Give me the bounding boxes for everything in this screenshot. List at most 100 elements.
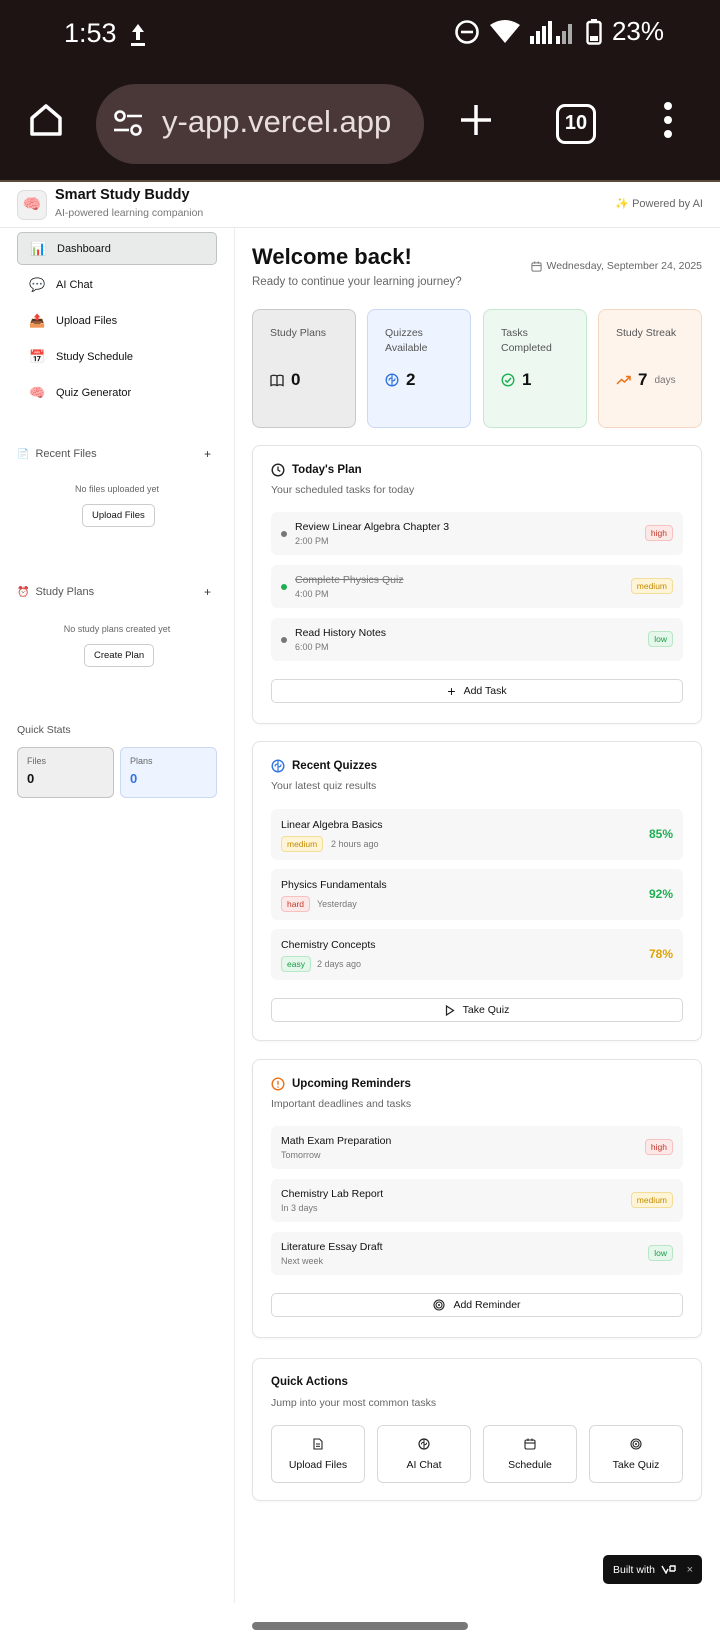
built-with-text: Built with bbox=[613, 1563, 656, 1576]
quick-actions-subtitle: Jump into your most common tasks bbox=[271, 1397, 437, 1409]
quick-action-ai-chat[interactable]: AI Chat bbox=[377, 1425, 471, 1483]
stat-card-study-plans: Study Plans 0 bbox=[252, 309, 356, 428]
wifi-icon bbox=[489, 19, 520, 43]
alert-circle-icon bbox=[271, 1077, 285, 1091]
url-text: y-app.vercel.app bbox=[162, 104, 392, 139]
powered-by: ✨ Powered by AI bbox=[615, 197, 703, 210]
home-icon[interactable] bbox=[28, 102, 64, 138]
sidebar-item-ai-chat[interactable]: 💬 AI Chat bbox=[17, 268, 217, 301]
stat-label: Study Plans bbox=[270, 327, 327, 339]
tab-switcher-button[interactable]: 10 bbox=[556, 104, 596, 144]
stat-card-streak: Study Streak 7 days bbox=[598, 309, 702, 428]
stat-label: Tasks Completed bbox=[501, 327, 552, 354]
speech-bubble-icon: 💬 bbox=[29, 276, 46, 292]
do-not-disturb-icon bbox=[455, 19, 479, 44]
recent-files-header: 📄 Recent Files + bbox=[17, 447, 217, 461]
add-plan-button[interactable]: + bbox=[204, 585, 211, 599]
recent-files-empty: No files uploaded yet bbox=[74, 484, 160, 494]
v0-logo-icon bbox=[661, 1565, 676, 1574]
add-reminder-button[interactable]: Add Reminder bbox=[271, 1293, 683, 1317]
quiz-score: 85% bbox=[648, 827, 673, 841]
battery-icon bbox=[586, 18, 602, 45]
task-row[interactable]: Read History Notes 6:00 PM low bbox=[271, 618, 683, 661]
reminder-row[interactable]: Math Exam Preparation Tomorrow high bbox=[271, 1126, 683, 1169]
calendar-icon: 📅 bbox=[29, 348, 46, 364]
built-with-badge[interactable]: Built with × bbox=[603, 1555, 702, 1584]
quick-actions-title: Quick Actions bbox=[271, 1376, 348, 1388]
quick-action-label: AI Chat bbox=[406, 1459, 442, 1471]
quiz-row[interactable]: Linear Algebra Basics medium 2 hours ago… bbox=[271, 809, 683, 860]
document-icon: 📄 bbox=[17, 448, 30, 460]
quick-action-label: Schedule bbox=[508, 1459, 552, 1471]
reminder-when: In 3 days bbox=[281, 1203, 318, 1213]
site-settings-icon[interactable] bbox=[112, 108, 144, 138]
brain-logo-icon: 🧠 bbox=[17, 190, 47, 220]
sidebar-upload-files-button[interactable]: Upload Files bbox=[82, 504, 155, 527]
trending-up-icon bbox=[616, 375, 631, 385]
study-plans-title: Study Plans bbox=[35, 586, 95, 598]
quiz-time: 2 hours ago bbox=[331, 839, 379, 849]
file-icon bbox=[313, 1438, 323, 1450]
sidebar-item-study-schedule[interactable]: 📅 Study Schedule bbox=[17, 340, 217, 373]
take-quiz-button[interactable]: Take Quiz bbox=[271, 998, 683, 1022]
reminder-title: Math Exam Preparation bbox=[281, 1135, 392, 1147]
page-subtitle: Ready to continue your learning journey? bbox=[252, 276, 462, 288]
quiz-row[interactable]: Chemistry Concepts easy 2 days ago 78% bbox=[271, 929, 683, 980]
date-text: Wednesday, September 24, 2025 bbox=[546, 260, 702, 272]
quiz-score: 78% bbox=[648, 947, 673, 961]
new-tab-icon[interactable] bbox=[458, 102, 494, 138]
stat-value: 1 bbox=[522, 370, 532, 389]
files-value: 0 bbox=[27, 771, 35, 786]
task-title: Complete Physics Quiz bbox=[295, 574, 404, 586]
sidebar-item-label: Dashboard bbox=[57, 242, 111, 255]
sidebar-item-dashboard[interactable]: 📊 Dashboard bbox=[17, 232, 217, 265]
files-label: Files bbox=[27, 756, 47, 766]
close-icon[interactable]: × bbox=[687, 1564, 693, 1576]
reminder-row[interactable]: Chemistry Lab Report In 3 days medium bbox=[271, 1179, 683, 1222]
home-indicator[interactable] bbox=[252, 1622, 468, 1630]
stat-value: 7 bbox=[638, 370, 648, 389]
task-status-dot bbox=[281, 531, 287, 537]
create-plan-button[interactable]: Create Plan bbox=[84, 644, 155, 667]
quick-actions-card: Quick Actions Jump into your most common… bbox=[252, 1358, 702, 1501]
reminder-row[interactable]: Literature Essay Draft Next week low bbox=[271, 1232, 683, 1275]
more-menu-icon[interactable] bbox=[662, 100, 674, 140]
quiz-time: Yesterday bbox=[317, 899, 357, 909]
sidebar-item-quiz-generator[interactable]: 🧠 Quiz Generator bbox=[17, 376, 217, 409]
powered-by-text: Powered by AI bbox=[632, 198, 703, 210]
priority-badge: medium bbox=[630, 578, 673, 594]
brain-icon bbox=[385, 373, 399, 387]
sidebar-item-label: Quiz Generator bbox=[56, 386, 132, 399]
quiz-title: Linear Algebra Basics bbox=[281, 819, 383, 831]
sidebar-item-upload-files[interactable]: 📤 Upload Files bbox=[17, 304, 217, 337]
address-bar[interactable]: y-app.vercel.app bbox=[96, 84, 424, 164]
task-row[interactable]: Review Linear Algebra Chapter 3 2:00 PM … bbox=[271, 512, 683, 555]
recent-quizzes-card: Recent Quizzes Your latest quiz results … bbox=[252, 741, 702, 1041]
quick-action-schedule[interactable]: Schedule bbox=[483, 1425, 577, 1483]
quick-action-upload-files[interactable]: Upload Files bbox=[271, 1425, 365, 1483]
difficulty-badge: hard bbox=[281, 896, 311, 912]
sidebar-item-label: AI Chat bbox=[56, 278, 93, 291]
stat-card-tasks: Tasks Completed 1 bbox=[483, 309, 587, 428]
card-title-row: Today's Plan bbox=[271, 463, 362, 477]
stat-value: 0 bbox=[291, 370, 301, 389]
quiz-row[interactable]: Physics Fundamentals hard Yesterday 92% bbox=[271, 869, 683, 920]
priority-badge: medium bbox=[630, 1192, 673, 1208]
stat-unit: days bbox=[654, 374, 676, 386]
task-time: 6:00 PM bbox=[295, 642, 329, 652]
task-row[interactable]: Complete Physics Quiz 4:00 PM medium bbox=[271, 565, 683, 608]
priority-badge: low bbox=[648, 631, 673, 647]
reminder-title: Chemistry Lab Report bbox=[281, 1188, 384, 1200]
study-plans-header: ⏰ Study Plans + bbox=[17, 585, 217, 599]
recent-quizzes-subtitle: Your latest quiz results bbox=[271, 780, 377, 792]
difficulty-badge: easy bbox=[281, 956, 311, 972]
task-status-dot bbox=[281, 637, 287, 643]
page-title: Welcome back! bbox=[252, 244, 412, 269]
add-file-button[interactable]: + bbox=[204, 447, 211, 461]
current-date: Wednesday, September 24, 2025 bbox=[530, 260, 702, 272]
alarm-clock-icon: ⏰ bbox=[17, 586, 30, 598]
sidebar-item-label: Upload Files bbox=[56, 314, 118, 327]
quick-action-take-quiz[interactable]: Take Quiz bbox=[589, 1425, 683, 1483]
quiz-title: Physics Fundamentals bbox=[281, 879, 387, 891]
add-task-button[interactable]: + Add Task bbox=[271, 679, 683, 703]
